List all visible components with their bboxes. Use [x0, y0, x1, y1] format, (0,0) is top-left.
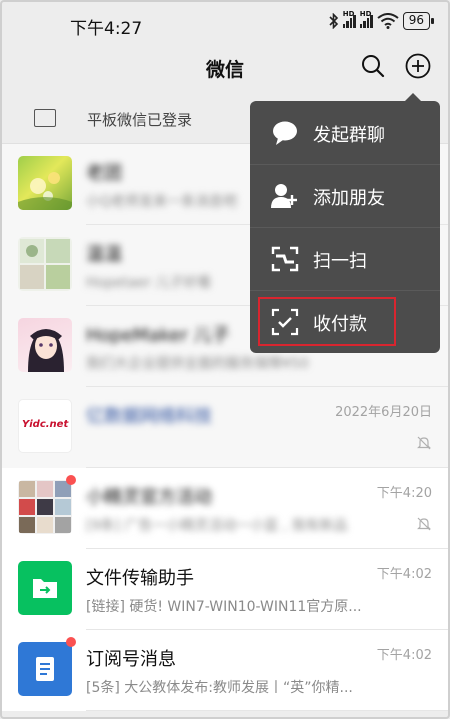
avatar — [18, 642, 72, 696]
avatar-logo-text: Yidc.net — [22, 419, 69, 430]
battery-indicator: 96 — [402, 12, 435, 30]
plus-circle-icon[interactable] — [404, 52, 432, 80]
chat-preview: [9条] 广告一小精灵活动一小蓝 , 我有新品 — [86, 518, 348, 534]
chat-name: 小精灵官方活动 — [86, 487, 212, 508]
chat-name: 订阅号消息 — [86, 649, 176, 670]
chat-time: 下午4:20 — [376, 486, 432, 501]
status-bar: 下午4:27 HD HD 96 — [0, 0, 450, 44]
chat-name: 老团 — [86, 163, 122, 184]
menu-item-scan[interactable]: 扫一扫 — [250, 227, 440, 290]
signal-icon: HD — [359, 10, 373, 28]
chat-time: 2022年6月20日 — [335, 405, 432, 420]
chat-row[interactable]: Yidc.net 亿数据网络科技 2022年6月20日 — [0, 387, 450, 468]
add-friend-icon — [271, 184, 297, 208]
bluetooth-icon — [329, 13, 338, 29]
avatar — [18, 561, 72, 615]
plus-menu: 发起群聊 添加朋友 扫一扫 收付款 — [250, 101, 440, 353]
status-time: 下午4:27 — [70, 19, 143, 39]
folder-icon — [33, 579, 57, 598]
payment-icon — [271, 308, 299, 336]
chat-row-subscriptions[interactable]: 订阅号消息 [5条] 大公教体发布:教师发展丨“英”你精... 下午4:02 — [0, 630, 450, 711]
signal-icon: HD — [342, 10, 356, 28]
chat-name: 亿数据网络科技 — [86, 406, 212, 427]
chat-row[interactable]: 小精灵官方活动 [9条] 广告一小精灵活动一小蓝 , 我有新品 下午4:20 — [0, 468, 450, 549]
menu-item-label: 收付款 — [313, 314, 367, 335]
avatar: Yidc.net — [18, 399, 72, 453]
chat-preview: 我们大企业提供全面的服务保障¥50 — [86, 356, 309, 372]
chat-preview: [链接] 硬货! WIN7-WIN10-WIN11官方原... — [86, 599, 362, 615]
status-icons: HD HD 96 — [329, 10, 435, 30]
menu-item-group-chat[interactable]: 发起群聊 — [250, 101, 440, 164]
menu-item-payment[interactable]: 收付款 — [250, 290, 440, 353]
avatar — [18, 480, 72, 534]
chat-name: 文件传输助手 — [86, 568, 194, 589]
unread-dot — [66, 475, 76, 485]
chat-name: 温温 — [86, 244, 122, 265]
chat-name: HopeMaker 儿子 — [86, 325, 230, 346]
menu-item-label: 扫一扫 — [313, 251, 367, 272]
tablet-icon — [34, 109, 56, 127]
menu-item-label: 发起群聊 — [313, 125, 385, 146]
menu-item-label: 添加朋友 — [313, 188, 385, 209]
chat-time: 下午4:02 — [376, 567, 432, 582]
nav-bar: 微信 — [0, 44, 450, 92]
chat-time: 下午4:02 — [376, 648, 432, 663]
wifi-icon — [377, 13, 399, 29]
chat-bubble-icon — [273, 121, 297, 145]
menu-item-add-friend[interactable]: 添加朋友 — [250, 164, 440, 227]
avatar — [18, 237, 72, 291]
chat-preview: [5条] 大公教体发布:教师发展丨“英”你精... — [86, 680, 353, 696]
device-login-text: 平板微信已登录 — [87, 111, 193, 129]
search-icon[interactable] — [360, 53, 386, 79]
avatar — [18, 156, 72, 210]
mute-bell-icon — [417, 517, 431, 531]
unread-dot — [66, 637, 76, 647]
scan-icon — [271, 246, 299, 272]
mute-bell-icon — [417, 436, 431, 450]
avatar — [18, 318, 72, 372]
document-icon — [36, 657, 54, 681]
chat-row-file-transfer[interactable]: 文件传输助手 [链接] 硬货! WIN7-WIN10-WIN11官方原... 下… — [0, 549, 450, 630]
